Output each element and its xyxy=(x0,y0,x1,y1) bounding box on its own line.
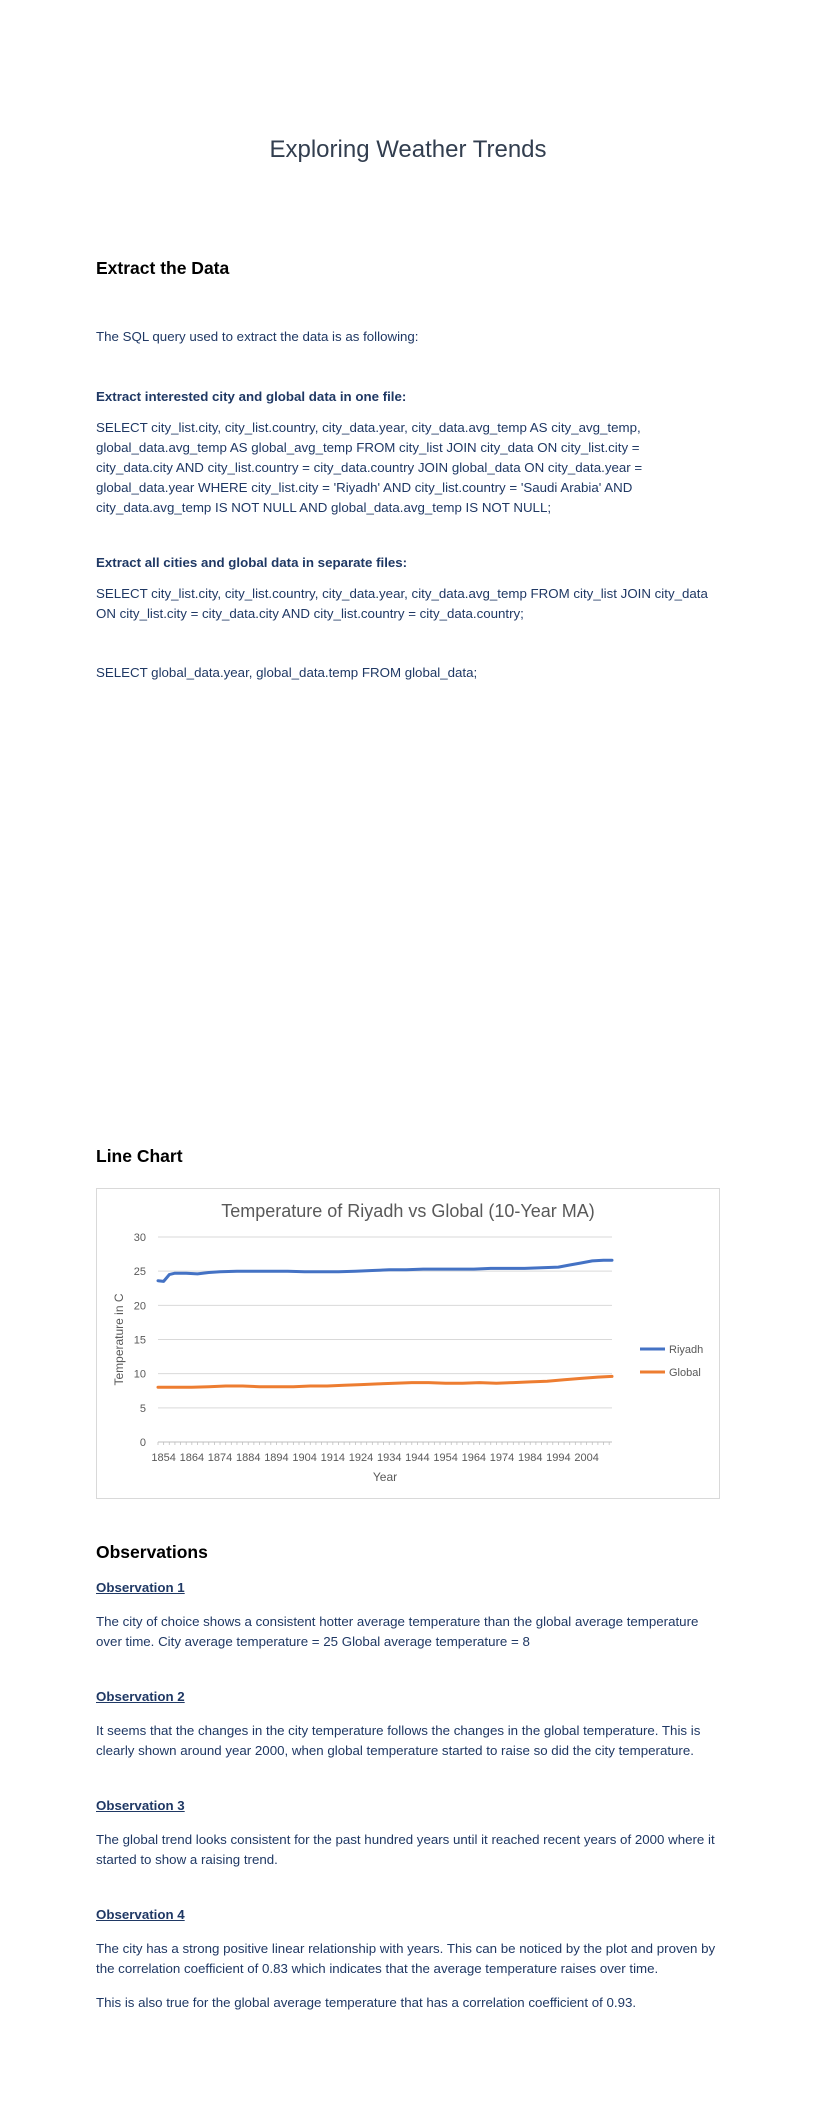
sql-query-3: SELECT global_data.year, global_data.tem… xyxy=(96,665,478,680)
x-tick-label: 1864 xyxy=(180,1452,204,1464)
page-title: Exploring Weather Trends xyxy=(269,136,547,163)
x-tick-label: 1964 xyxy=(462,1452,486,1464)
sql-query-2: SELECT city_list.city, city_list.country… xyxy=(96,586,708,621)
y-tick-label: 25 xyxy=(134,1266,146,1278)
sql-query-1: SELECT city_list.city, city_list.country… xyxy=(96,420,643,515)
observation-4-extra: This is also true for the global average… xyxy=(96,1995,637,2010)
observation-3-text: The global trend looks consistent for th… xyxy=(96,1832,715,1867)
y-tick-label: 15 xyxy=(134,1335,146,1347)
x-tick-label: 1994 xyxy=(546,1452,570,1464)
observation-4-text: The city has a strong positive linear re… xyxy=(96,1941,716,1976)
x-tick-label: 1904 xyxy=(292,1452,316,1464)
observation-1-title: Observation 1 xyxy=(96,1580,185,1595)
extract-heading: Extract the Data xyxy=(96,258,230,278)
extract-subheading-2: Extract all cities and global data in se… xyxy=(96,555,408,570)
observation-2-title: Observation 2 xyxy=(96,1689,185,1704)
y-tick-label: 5 xyxy=(140,1403,146,1415)
observation-4-title: Observation 4 xyxy=(96,1907,185,1922)
x-tick-label: 1854 xyxy=(151,1452,175,1464)
line-chart: Temperature of Riyadh vs Global (10-Year… xyxy=(96,1188,720,1499)
legend-label-global: Global xyxy=(669,1367,701,1379)
observations-heading: Observations xyxy=(96,1542,208,1562)
y-tick-label: 20 xyxy=(134,1300,146,1312)
x-tick-label: 1974 xyxy=(490,1452,514,1464)
y-tick-label: 0 xyxy=(140,1437,146,1449)
observation-2-text: It seems that the changes in the city te… xyxy=(96,1723,701,1758)
x-tick-label: 1944 xyxy=(405,1452,429,1464)
line-chart-heading: Line Chart xyxy=(96,1146,183,1166)
y-tick-label: 30 xyxy=(134,1232,146,1244)
x-tick-label: 1954 xyxy=(433,1452,457,1464)
observation-1-text: The city of choice shows a consistent ho… xyxy=(96,1614,699,1649)
x-tick-label: 1914 xyxy=(321,1452,345,1464)
x-tick-label: 1924 xyxy=(349,1452,373,1464)
x-tick-label: 1934 xyxy=(377,1452,401,1464)
series-line-global xyxy=(156,1374,614,1389)
extract-subheading-1: Extract interested city and global data … xyxy=(96,389,407,404)
x-tick-label: 1884 xyxy=(236,1452,260,1464)
chart-canvas: Temperature of Riyadh vs Global (10-Year… xyxy=(112,1201,703,1484)
legend-label-riyadh: Riyadh xyxy=(669,1344,703,1356)
x-tick-label: 2004 xyxy=(574,1452,598,1464)
extract-intro: The SQL query used to extract the data i… xyxy=(96,329,419,344)
x-tick-label: 1984 xyxy=(518,1452,542,1464)
y-tick-label: 10 xyxy=(134,1369,146,1381)
x-tick-label: 1874 xyxy=(208,1452,232,1464)
observation-3-title: Observation 3 xyxy=(96,1798,185,1813)
x-axis-title: Year xyxy=(373,1470,397,1484)
y-axis-title: Temperature in C xyxy=(112,1293,126,1385)
x-tick-label: 1894 xyxy=(264,1452,288,1464)
chart-title: Temperature of Riyadh vs Global (10-Year… xyxy=(221,1201,595,1221)
